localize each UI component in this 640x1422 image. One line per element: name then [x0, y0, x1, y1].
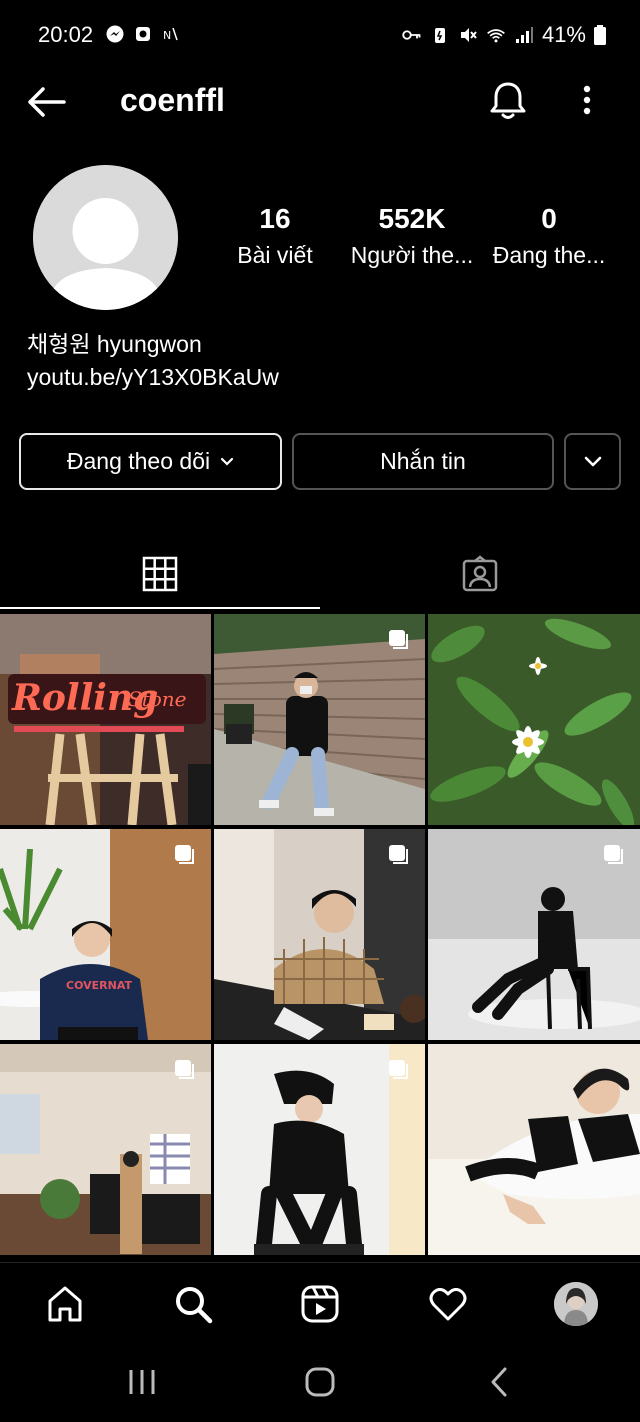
rolling-stone-sign-image: Rolling Stone [0, 614, 211, 825]
multiple-photos-icon [389, 630, 408, 649]
svg-text:Stone: Stone [128, 687, 187, 711]
bell-icon[interactable] [486, 78, 530, 122]
tab-tagged[interactable] [320, 538, 640, 610]
system-navigation-bar [0, 1344, 640, 1422]
more-options-icon[interactable] [572, 78, 602, 122]
stat-following-count: 0 [541, 203, 557, 234]
status-time: 20:02 [38, 22, 94, 47]
nav-search[interactable] [170, 1281, 216, 1327]
messenger-icon [106, 25, 124, 43]
bottom-navigation [0, 1262, 640, 1344]
multiple-photos-icon [175, 845, 194, 864]
heart-icon [429, 1287, 467, 1321]
battery-percent: 41% [541, 22, 586, 47]
bio-link[interactable]: youtu.be/yY13X0BKaUw [27, 361, 279, 394]
chevron-down-icon [584, 456, 601, 466]
battery-saver-icon [434, 28, 445, 43]
stat-followers-count: 552K [378, 203, 446, 234]
reels-icon [301, 1285, 339, 1323]
multiple-photos-icon [389, 1060, 408, 1079]
search-icon [176, 1287, 213, 1324]
nav-profile[interactable] [553, 1281, 599, 1327]
daisies-in-grass-image [428, 614, 640, 825]
nfc-icon: N [163, 27, 178, 42]
multiple-photos-icon [604, 845, 623, 864]
user-photo-icon [554, 1282, 598, 1326]
stat-posts-count: 16 [259, 203, 291, 234]
suggestions-dropdown-button[interactable] [564, 433, 621, 490]
post-thumbnail[interactable]: COVERNAT [0, 829, 211, 1040]
stat-followers-label: Người the... [350, 242, 474, 268]
svg-text:N: N [163, 29, 171, 42]
nav-activity[interactable] [425, 1281, 471, 1327]
post-thumbnail[interactable] [428, 829, 640, 1040]
profile-stats: 16 Bài viết 552K Người the... 0 Đang the… [0, 200, 640, 290]
home-system-icon[interactable] [300, 1364, 340, 1400]
back-arrow-icon[interactable] [24, 80, 68, 124]
stat-followers[interactable]: 552K Người the... [342, 200, 482, 269]
message-button-label: Nhắn tin [380, 448, 466, 474]
profile-username: coenffl [120, 82, 225, 118]
active-tab-indicator [0, 607, 320, 609]
post-thumbnail[interactable] [428, 614, 640, 825]
multiple-photos-icon [389, 845, 408, 864]
mute-icon [460, 28, 477, 42]
svg-text:COVERNAT: COVERNAT [66, 979, 132, 992]
post-thumbnail[interactable] [214, 829, 425, 1040]
post-thumbnail[interactable] [428, 1044, 640, 1255]
stat-following[interactable]: 0 Đang the... [479, 200, 619, 269]
stat-posts[interactable]: 16 Bài viết [205, 200, 345, 269]
profile-header: coenffl [0, 70, 640, 134]
battery-icon [594, 25, 606, 45]
post-thumbnail[interactable]: Rolling Stone [0, 614, 211, 825]
profile-tabs [0, 538, 640, 610]
tab-posts-grid[interactable] [0, 538, 320, 610]
stat-following-label: Đang the... [492, 242, 606, 268]
nav-reels[interactable] [297, 1281, 343, 1327]
profile-avatar-small [554, 1282, 598, 1326]
tagged-person-icon [462, 555, 498, 592]
back-system-icon[interactable] [480, 1364, 520, 1400]
status-bar: 20:02 N 41% [0, 0, 640, 70]
status-system-icons: 41% [402, 22, 606, 48]
grid-icon [142, 556, 178, 592]
recent-apps-icon[interactable] [122, 1364, 162, 1400]
post-thumbnail[interactable] [214, 614, 425, 825]
bio-name: 채형원 hyungwon [27, 331, 202, 357]
posts-grid: Rolling Stone COVERNAT [0, 614, 640, 1255]
home-icon [48, 1286, 82, 1322]
profile-bio: 채형원 hyungwon youtu.be/yY13X0BKaUw [27, 328, 279, 394]
stat-posts-label: Bài viết [237, 242, 313, 268]
nav-home[interactable] [42, 1281, 88, 1327]
status-notification-icons: N [105, 24, 181, 44]
wifi-icon [487, 29, 505, 43]
post-thumbnail[interactable] [214, 1044, 425, 1255]
post-thumbnail[interactable] [0, 1044, 211, 1255]
following-button-label: Đang theo dõi [66, 448, 211, 474]
man-leaning-table-image [428, 1044, 640, 1255]
chevron-down-icon [221, 457, 234, 466]
key-icon [402, 30, 421, 40]
following-button[interactable]: Đang theo dõi [19, 433, 282, 490]
signal-icon [515, 27, 533, 43]
app-notification-icon [136, 27, 150, 41]
multiple-photos-icon [175, 1060, 194, 1079]
message-button[interactable]: Nhắn tin [292, 433, 554, 490]
